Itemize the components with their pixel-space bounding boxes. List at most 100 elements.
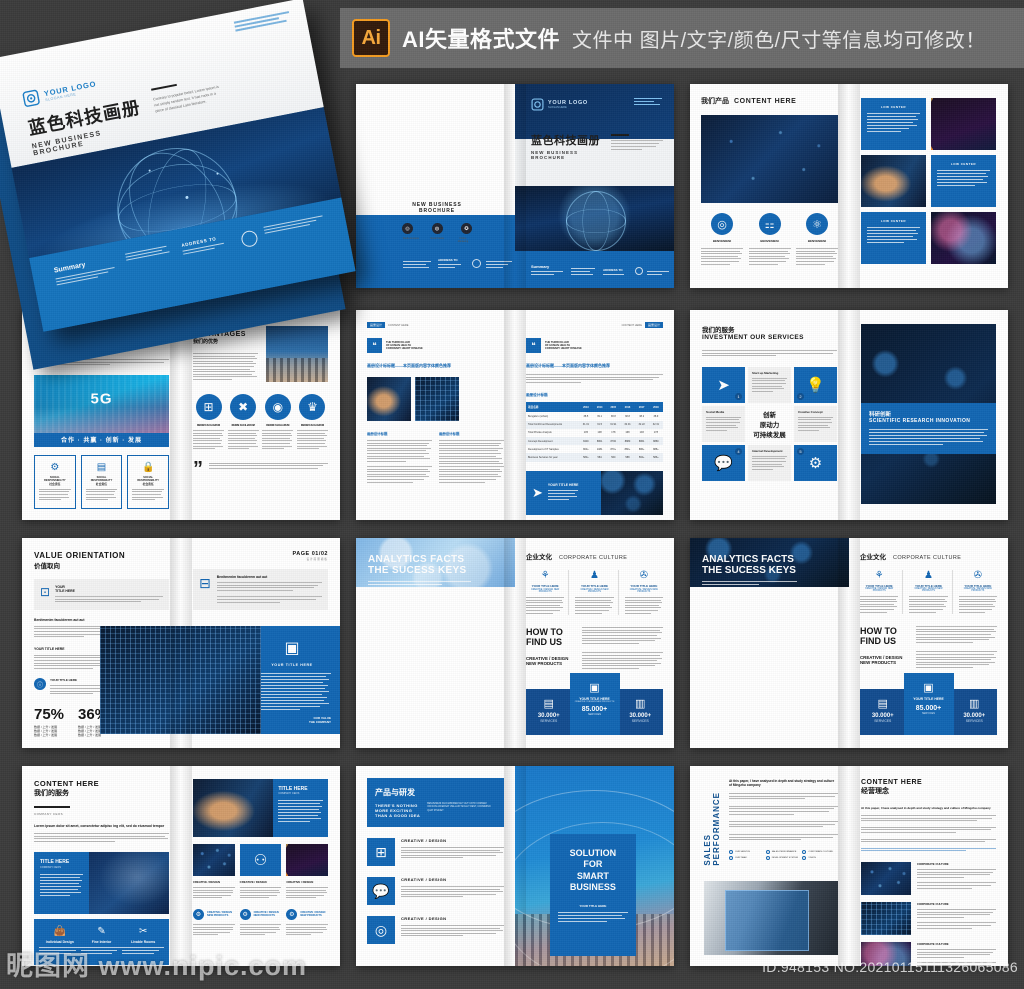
dna-lab-photo [89, 852, 169, 915]
report-header-tag-r: 画册设计 [644, 322, 663, 328]
culture-title-cn-dark: 企业文化 [860, 554, 886, 561]
culture-column: ⚘ YOUR TITLE HERE CREATIVE / DESIGN NEW … [860, 570, 904, 615]
ai-badge-text: Ai [361, 26, 382, 49]
td: Development of IT Samples [528, 447, 559, 451]
td: 586+ [653, 455, 659, 459]
checklist-label: CORPORATE CULTURE [808, 850, 833, 853]
cover-globe-photo [515, 186, 674, 252]
right-cover-address-label: ADDRESS TO [603, 268, 623, 272]
target-icon: ◎ [402, 223, 413, 234]
rnd-slogan-side: BENVENIENI FACCIABOREM AUT AUT UNTO CORN… [427, 803, 491, 812]
os-title-cn: 我们的服务 [34, 790, 69, 797]
how-to-1: HOW TO [526, 627, 563, 638]
banner-subtitle: 文件中 图片/文字/颜色/尺寸等信息均可修改！ [572, 29, 986, 52]
fiber-optic-photo [931, 98, 996, 150]
scissors-icon: ✂ [138, 926, 148, 938]
culture-col-sub: CREATIVE / DESIGN NEW PRODUCTS [629, 589, 658, 593]
businessman-hologram-photo [704, 881, 838, 955]
table-row: Development of IT Samples 800+ 1081 870+… [526, 445, 663, 454]
report-header-note-r: CONTENT HERE [621, 323, 642, 327]
clock-icon [635, 267, 643, 275]
tile-title: Start up Marketing [752, 370, 779, 375]
table-title: 画册设计标题 [526, 393, 548, 398]
people-globe-icon: ⚇ [239, 844, 282, 876]
check-circle-icon [802, 855, 807, 860]
company-logo-icon [22, 89, 40, 107]
stat-block: 75% 数据 / 上升 / 发展 数据 / 上升 / 发展 数据 / 上升 / … [34, 706, 64, 737]
stat-title: YOUR TITLE HERE [913, 697, 944, 701]
sales-right-title-cn: 经营理念 [861, 788, 889, 795]
value-title-cn: 价值取向 [34, 563, 60, 570]
check-circle-icon [729, 855, 733, 860]
sitemap-icon: ⊞ [367, 838, 395, 866]
check-circle-icon [802, 849, 807, 854]
culture-col-title: YOUR TITLE HERE [580, 584, 608, 588]
td: 38.5 [583, 414, 589, 418]
bulb-icon: ◍ [431, 223, 443, 234]
center-cn-line: 创新 [763, 411, 776, 419]
th: 2017 [638, 405, 645, 409]
analytics-dark-title-2: THE SUCESS KEYS [702, 565, 796, 576]
ai-format-banner: Ai AI矢量格式文件 文件中 图片/文字/颜色/尺寸等信息均可修改！ [340, 8, 1024, 68]
card-title: LOW CENTER [880, 219, 907, 223]
culture-item: CORPORATE CULTURE [861, 901, 996, 935]
paint-icon: ✎ [97, 926, 106, 938]
card-sub: YOUR TITLE HERE [579, 904, 607, 908]
td: 38.9 [653, 414, 659, 418]
analytics-title-1: ANALYTICS FACTS [368, 554, 465, 565]
tile: CREATIVE / DESIGN [193, 844, 235, 900]
tile-text: Internal Development [748, 444, 791, 481]
cover-nav-lines [233, 11, 291, 33]
th: 2016 [624, 405, 631, 409]
stat-label: SERVICES [965, 719, 983, 723]
creative-2: NEW PRODUCTS [526, 661, 563, 667]
presentation-icon: ▤ [877, 698, 888, 710]
stat-tile: ▥ 30.000+ SERVICES [951, 689, 997, 735]
td: 31.01 [582, 423, 590, 427]
document-icon: ▣ [923, 682, 934, 694]
stat-tile: ▥ 30.000+ SERVICES [617, 689, 663, 735]
data-city-photo [100, 626, 261, 734]
card-title-cn: 社会责任 [49, 481, 61, 486]
report-header-note: CONTENT HERE [388, 323, 409, 327]
adv-icon-label: REDIM FACILIARUM [196, 424, 221, 427]
hero-caption: 合作 · 共赢 · 创新 · 发展 [61, 438, 142, 445]
culture-col-sub: CREATIVE / DESIGN NEW PRODUCTS [531, 589, 560, 593]
card-title: LOW CENTER [950, 162, 977, 166]
right-cover-summary-label: Summary [531, 264, 550, 269]
card-title-en: SOCIAL RESPONSIBILITY [44, 475, 66, 482]
td: 105 [583, 431, 588, 435]
right-cover-title-cn: 蓝色科技画册 [531, 135, 600, 147]
right-cover-logo-sub: SLOGAN HERE [548, 106, 567, 109]
culture-col-sub: CREATIVE / DESIGN NEW PRODUCTS [865, 588, 894, 592]
culture-item-title: CORPORATE CULTURE [917, 901, 949, 906]
table-row: Total Private Analysis 105 108 178 168 1… [526, 428, 663, 437]
checklist-item: OUR TEAM [729, 855, 762, 860]
feature-label: BENVENIENI [807, 239, 827, 243]
td: 8700 [610, 439, 617, 443]
stat-tile: ▤ 30.000+ SERVICES [526, 689, 572, 735]
stat-sub: CREATIVE / DESIGN NEW PRODUCTS [574, 701, 615, 703]
gear-chat-icon: ✇ [639, 570, 649, 581]
os-title-en: CONTENT HERE [34, 779, 100, 788]
os-panel-title: TITLE HERE [40, 859, 70, 866]
sci-title-en: SCIENTIFIC RESEARCH INNOVATION [869, 418, 971, 425]
gear-icon: ⚙ [193, 908, 204, 920]
adv-icon-label: REDIM FACILIARUM [266, 424, 290, 427]
city-skyline-photo [266, 326, 328, 382]
column-title: 画册设计标题 [439, 432, 460, 436]
info-card: LOW CENTER [861, 212, 926, 264]
org-chart-icon: ⚘ [874, 570, 884, 581]
checklist-label: SALES PERFORMANCE [771, 850, 797, 853]
bottom-feature: ⚙ CREATIVE / DESIGN NEW PRODUCTS [239, 908, 282, 937]
td: 580+ [583, 455, 589, 459]
creative-2-dark: NEW PRODUCTS [860, 660, 897, 666]
how-to-2-dark: FIND US [860, 636, 896, 647]
td: 888+ [653, 447, 659, 451]
dna-bokeh-photo: ANALYTICS FACTS THE SUCESS KEYS A SATISF… [356, 538, 515, 587]
chart-screen-icon: ▥ [969, 698, 980, 710]
info-circle-icon: ⓘ [34, 678, 46, 691]
site-watermark: 昵图网 www.nipic.com [6, 951, 308, 981]
cover-clock-note [263, 215, 324, 235]
tile-caption: CREATIVE / DESIGN [286, 880, 314, 884]
